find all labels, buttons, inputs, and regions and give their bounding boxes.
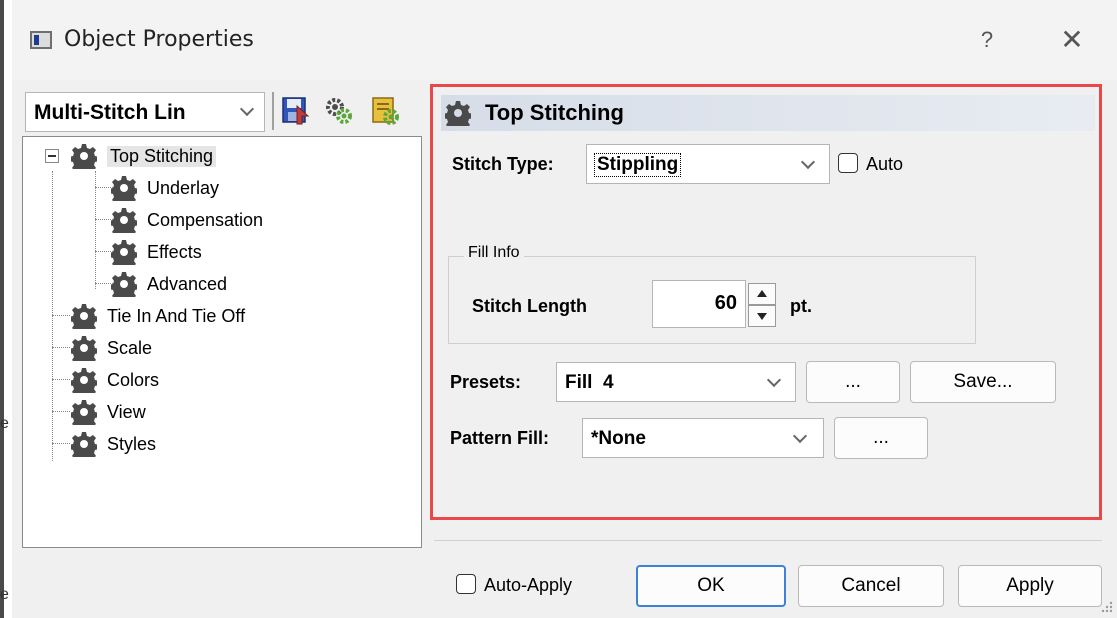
tree-connector [52, 411, 70, 412]
stitch-type-label: Stitch Type: [452, 154, 554, 174]
stitch-length-input[interactable]: 60 [652, 280, 746, 328]
chevron-down-icon [800, 154, 816, 170]
gear-icon [71, 336, 97, 361]
help-button[interactable]: ? [967, 20, 1007, 60]
auto-label: Auto [866, 154, 904, 174]
stitch-type-dropdown[interactable]: Stippling [586, 144, 830, 184]
tree-item-scale[interactable]: Scale [71, 333, 152, 363]
tree-item-compensation[interactable]: Compensation [111, 205, 263, 235]
chevron-down-icon [239, 101, 255, 117]
tree-connector [52, 347, 70, 348]
object-properties-dialog: e e Object Properties ? ✕ Multi-Stitch L… [0, 0, 1117, 618]
tree-item-effects[interactable]: Effects [111, 237, 202, 267]
gear-icon [445, 101, 471, 126]
gear-icon [71, 304, 97, 329]
tree-item-label: View [107, 401, 146, 422]
object-type-value: Multi-Stitch Lin [34, 101, 186, 124]
pattern-fill-value: *None [591, 428, 646, 449]
fill-info-title: Fill Info [464, 244, 524, 262]
tree-item-styles[interactable]: Styles [71, 429, 156, 459]
stitch-length-unit: pt. [790, 296, 812, 316]
tree-item-label: Advanced [147, 273, 228, 294]
gears-icon[interactable] [324, 94, 354, 126]
gear-icon [111, 176, 137, 201]
ok-button[interactable]: OK [636, 565, 786, 607]
tree-connector [52, 315, 70, 316]
tree-item-tie-in-and-tie-off[interactable]: Tie In And Tie Off [71, 301, 245, 331]
save-icon[interactable] [280, 94, 310, 126]
pattern-fill-browse-button[interactable]: ... [834, 417, 928, 459]
gear-icon [71, 400, 97, 425]
stitch-length-decrement[interactable] [748, 305, 776, 327]
panel-title: Top Stitching [485, 100, 624, 125]
tree-item-label: Underlay [147, 177, 220, 198]
object-type-dropdown[interactable]: Multi-Stitch Lin [25, 92, 265, 132]
tree-item-underlay[interactable]: Underlay [111, 173, 219, 203]
tree-item-label: Colors [107, 369, 160, 390]
apply-button[interactable]: Apply [958, 565, 1102, 607]
tree-item-label: Scale [107, 337, 153, 358]
stitch-length-value: 60 [714, 292, 737, 314]
auto-checkbox[interactable] [838, 153, 858, 173]
cancel-button[interactable]: Cancel [798, 565, 944, 607]
tree-item-label: Styles [107, 433, 157, 454]
title-bar: Object Properties ? ✕ [12, 0, 1117, 80]
tree-item-label: Top Stitching [107, 145, 217, 167]
window-icon [30, 31, 52, 49]
property-tree[interactable]: Top Stitching Underlay Compensation Effe… [22, 136, 422, 548]
pattern-fill-dropdown[interactable]: *None [582, 418, 824, 458]
gear-icon [71, 368, 97, 393]
window-title: Object Properties [64, 27, 254, 52]
tree-item-colors[interactable]: Colors [71, 365, 159, 395]
background-window-edge: e e [0, 0, 12, 618]
gear-icon [111, 272, 137, 297]
tree-item-label: Compensation [147, 209, 264, 230]
tree-item-advanced[interactable]: Advanced [111, 269, 227, 299]
window-edge-bar [0, 0, 4, 618]
presets-save-button[interactable]: Save... [910, 361, 1056, 403]
pattern-fill-label: Pattern Fill: [450, 428, 550, 448]
auto-apply-checkbox[interactable] [456, 574, 476, 594]
gear-icon [111, 240, 137, 265]
presets-browse-button[interactable]: ... [806, 361, 900, 403]
tree-item-label: Tie In And Tie Off [107, 305, 246, 326]
stitch-length-increment[interactable] [748, 283, 776, 305]
gear-icon [111, 208, 137, 233]
chevron-down-icon [766, 372, 782, 388]
tree-connector [95, 171, 96, 289]
background-text-fragment: e [0, 586, 9, 603]
panel-divider [434, 540, 1102, 541]
stitch-length-label: Stitch Length [472, 296, 587, 316]
presets-value: Fill 4 [565, 372, 614, 393]
gear-icon [71, 432, 97, 457]
collapse-toggle[interactable] [45, 149, 59, 163]
chevron-down-icon [792, 428, 808, 444]
close-button[interactable]: ✕ [1052, 20, 1092, 60]
arrow-down-icon [757, 313, 767, 320]
resize-grip-icon[interactable] [1100, 600, 1114, 614]
tree-connector [52, 171, 53, 461]
tree-connector [52, 443, 70, 444]
presets-dropdown[interactable]: Fill 4 [556, 362, 796, 402]
tree-item-label: Effects [147, 241, 202, 262]
tree-item-view[interactable]: View [71, 397, 146, 427]
tree-connector [52, 379, 70, 380]
tree-item-top-stitching[interactable]: Top Stitching [71, 141, 217, 171]
background-text-fragment: e [0, 415, 9, 432]
presets-label: Presets: [450, 372, 522, 392]
auto-apply-label: Auto-Apply [484, 575, 573, 595]
stitch-type-value: Stippling [593, 153, 682, 177]
gear-icon [71, 144, 97, 169]
panel-header: Top Stitching [441, 95, 1095, 131]
toolbar-separator [272, 92, 274, 130]
properties-icon[interactable] [370, 94, 400, 126]
arrow-up-icon [757, 290, 767, 297]
